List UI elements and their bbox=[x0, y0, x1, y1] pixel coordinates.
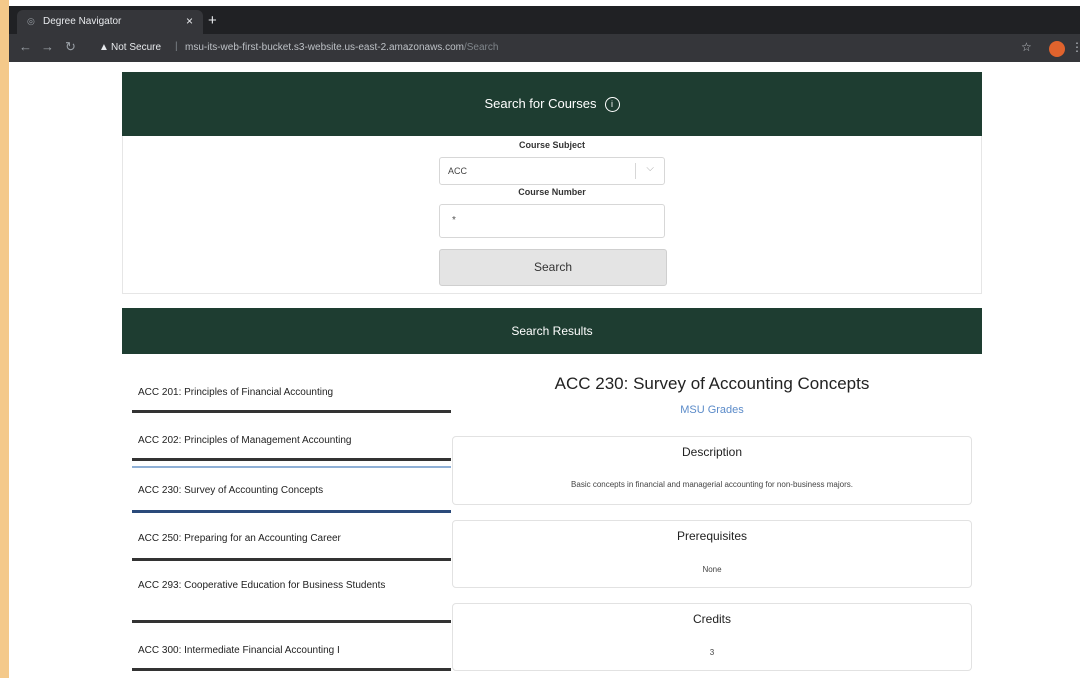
url-text: msu-its-web-first-bucket.s3-website.us-e… bbox=[185, 42, 498, 53]
profile-avatar[interactable] bbox=[1049, 41, 1065, 57]
address-bar[interactable]: ▲ Not Secure | msu-its-web-first-bucket.… bbox=[99, 38, 999, 58]
browser-window: ◎ Degree Navigator × + ← → ↻ ▲ Not Secur… bbox=[9, 0, 1080, 678]
search-form: Course Subject ACC ⌵ Course Number * Sea… bbox=[122, 136, 982, 294]
course-number-input[interactable]: * bbox=[439, 204, 665, 238]
list-item-label: ACC 201: Principles of Financial Account… bbox=[138, 387, 334, 398]
chevron-down-icon[interactable]: ⌵ bbox=[646, 163, 654, 174]
prerequisites-value: None bbox=[702, 565, 722, 574]
warning-icon: ▲ bbox=[99, 42, 109, 53]
list-item-selected[interactable]: ACC 230: Survey of Accounting Concepts bbox=[132, 466, 451, 513]
description-heading: Description bbox=[681, 445, 743, 459]
list-item[interactable]: ACC 201: Principles of Financial Account… bbox=[132, 366, 451, 413]
course-subject-select[interactable]: ACC ⌵ bbox=[439, 157, 665, 185]
list-item-label: ACC 250: Preparing for an Accounting Car… bbox=[138, 533, 341, 544]
list-item[interactable]: ACC 300: Intermediate Financial Accounti… bbox=[132, 624, 451, 671]
globe-icon: ◎ bbox=[27, 16, 35, 26]
course-subject-value: ACC bbox=[448, 166, 468, 176]
url-divider: | bbox=[175, 41, 178, 52]
search-button[interactable]: Search bbox=[439, 249, 667, 286]
description-card: Description Basic concepts in financial … bbox=[452, 436, 972, 505]
list-item-label: ACC 230: Survey of Accounting Concepts bbox=[138, 485, 324, 496]
msu-grades-link[interactable]: MSU Grades bbox=[452, 404, 972, 416]
list-item[interactable]: ACC 293: Cooperative Education for Busin… bbox=[132, 562, 451, 623]
list-item[interactable]: ACC 202: Principles of Management Accoun… bbox=[132, 414, 451, 461]
url-host: msu-its-web-first-bucket.s3-website.us-e… bbox=[185, 42, 464, 53]
credits-heading: Credits bbox=[692, 612, 731, 626]
browser-toolbar: ← → ↻ ▲ Not Secure | msu-its-web-first-b… bbox=[9, 34, 1080, 62]
list-item-label: ACC 293: Cooperative Education for Busin… bbox=[138, 580, 386, 591]
list-item[interactable]: ACC 250: Preparing for an Accounting Car… bbox=[132, 512, 451, 561]
bookmark-star-icon[interactable]: ☆ bbox=[1021, 40, 1032, 54]
back-arrow-icon[interactable]: ← bbox=[19, 40, 32, 54]
browser-tab[interactable]: ◎ Degree Navigator × bbox=[17, 10, 203, 34]
tab-title: Degree Navigator bbox=[43, 16, 122, 27]
url-path: /Search bbox=[463, 42, 499, 53]
list-item-label: ACC 202: Principles of Management Accoun… bbox=[138, 435, 352, 446]
results-header: Search Results bbox=[122, 308, 982, 354]
select-divider bbox=[635, 163, 636, 179]
prerequisites-card: Prerequisites None bbox=[452, 520, 972, 588]
info-icon[interactable]: i bbox=[604, 97, 620, 113]
prerequisites-heading: Prerequisites bbox=[676, 529, 748, 543]
course-number-value: * bbox=[452, 215, 456, 226]
tab-strip: ◎ Degree Navigator × + bbox=[9, 6, 1080, 34]
course-title: ACC 230: Survey of Accounting Concepts bbox=[554, 374, 870, 393]
credits-value: 3 bbox=[709, 648, 715, 657]
course-subject-label: Course Subject bbox=[518, 140, 585, 150]
close-tab-icon[interactable]: × bbox=[186, 14, 193, 28]
credits-card: Credits 3 bbox=[452, 603, 972, 671]
list-item-label: ACC 300: Intermediate Financial Accounti… bbox=[138, 645, 340, 656]
forward-arrow-icon[interactable]: → bbox=[41, 40, 54, 54]
security-label: Not Secure bbox=[111, 42, 162, 53]
search-header: Search for Courses i bbox=[122, 72, 982, 136]
description-text: Basic concepts in financial and manageri… bbox=[571, 480, 853, 489]
new-tab-button[interactable]: + bbox=[208, 13, 217, 28]
menu-kebab-icon[interactable]: ⋮ bbox=[1071, 40, 1080, 54]
search-header-title: Search for Courses bbox=[484, 96, 597, 111]
reload-icon[interactable]: ↻ bbox=[65, 40, 76, 54]
course-number-label: Course Number bbox=[518, 187, 586, 197]
